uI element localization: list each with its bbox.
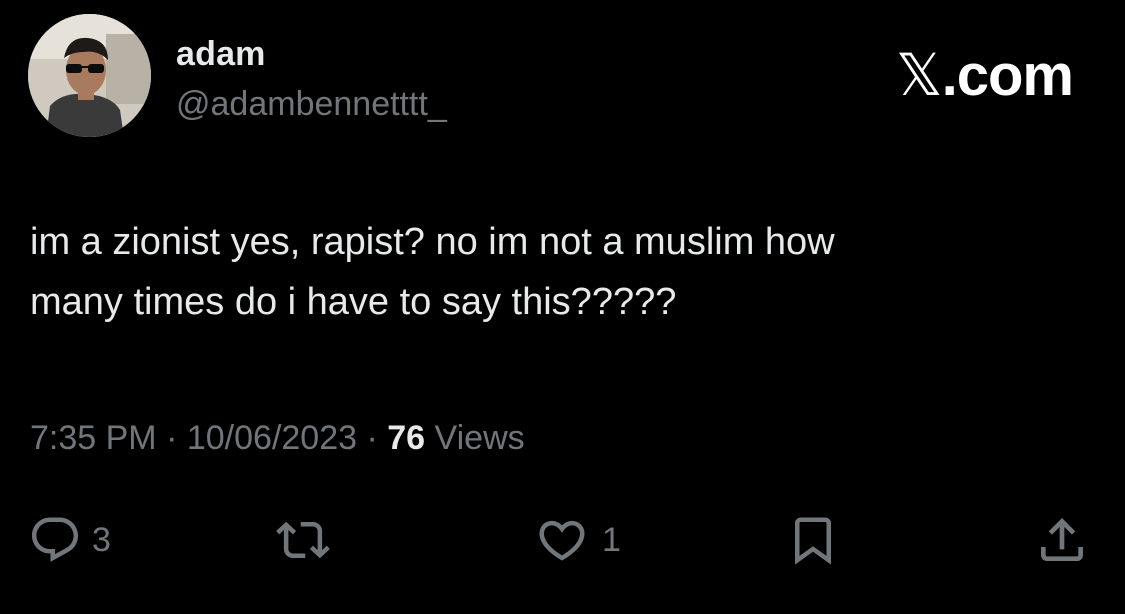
reply-icon — [31, 517, 79, 562]
tweet-meta: 7:35 PM · 10/06/2023 · 76 Views — [30, 418, 525, 458]
x-logo-icon: 𝕏 — [895, 41, 943, 109]
reply-button[interactable]: 3 — [28, 505, 111, 575]
retweet-icon — [276, 521, 330, 559]
heart-icon — [539, 520, 585, 561]
tweet-time[interactable]: 7:35 PM — [30, 419, 157, 457]
tweet-date[interactable]: 10/06/2023 — [187, 419, 357, 457]
tweet-text: im a zionist yes, rapist? no im not a mu… — [30, 221, 835, 323]
share-icon — [1041, 518, 1083, 561]
views-label: Views — [434, 419, 525, 457]
meta-separator: · — [366, 419, 378, 457]
retweet-button[interactable] — [272, 505, 334, 575]
brand-logo: 𝕏.com — [895, 41, 1074, 109]
tweet-actions: 3 1 — [0, 505, 1125, 575]
author-names: adam @adambennetttt_ — [176, 34, 447, 124]
reply-count: 3 — [92, 520, 111, 559]
meta-separator: · — [166, 419, 178, 457]
brand-suffix: .com — [941, 43, 1074, 108]
views-count: 76 — [387, 419, 426, 457]
avatar-image — [28, 14, 151, 137]
like-count: 1 — [602, 520, 621, 559]
author-display-name[interactable]: adam — [176, 34, 447, 74]
avatar[interactable] — [28, 14, 151, 137]
bookmark-button[interactable] — [786, 505, 840, 575]
share-button[interactable] — [1034, 505, 1090, 575]
author-handle[interactable]: @adambennetttt_ — [176, 84, 447, 124]
like-button[interactable]: 1 — [532, 505, 621, 575]
bookmark-icon — [795, 517, 831, 565]
tweet-header: adam @adambennetttt_ 𝕏.com — [28, 14, 1097, 144]
